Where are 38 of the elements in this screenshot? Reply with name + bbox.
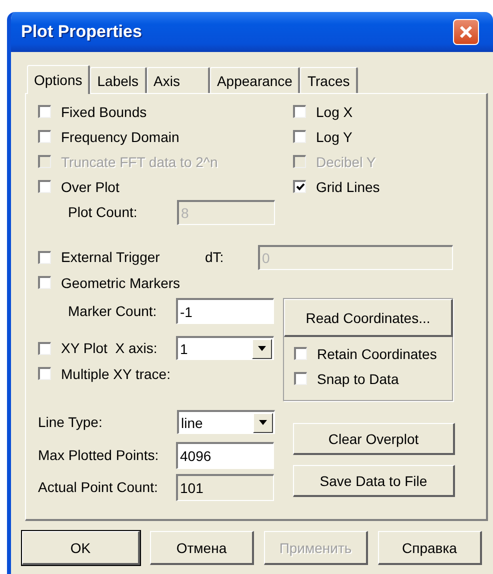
field-label: Max Plotted Points: [38,447,160,463]
checkbox-label: Decibel Y [316,154,376,170]
tab[interactable]: Appearance [210,67,300,93]
tab[interactable]: Traces [300,67,358,93]
checkbox-label: Grid Lines [316,178,380,194]
checkbox-label: External Trigger [61,249,160,265]
tab[interactable]: Options [27,65,90,94]
checkbox-label: Log X [316,104,353,120]
dropdown-value: line [180,414,204,430]
checkbox-label: Geometric Markers [61,274,180,290]
read-coordinates-button[interactable]: Read Coordinates... [284,299,453,337]
checkbox-label: Fixed Bounds [61,104,147,120]
checkbox-label: Over Plot [61,178,120,194]
checkbox-label: Truncate FFT data to 2^n [61,154,218,170]
window-title: Plot Properties [21,22,142,42]
dropdown-value: 1 [179,340,189,356]
field-label: dT: [205,249,225,265]
dialog-button[interactable]: Справка [378,531,482,565]
field-label: Actual Point Count: [38,479,159,495]
checkbox-label: Frequency Domain [61,128,180,144]
field-label: Line Type: [38,414,104,430]
line-type-dropdown[interactable]: line [177,410,275,434]
dialog-button[interactable]: OK [22,531,140,565]
tab[interactable]: Axis [146,67,210,93]
input-field[interactable]: 4096 [176,442,274,468]
field-label: Marker Count: [67,303,158,319]
x-axis-dropdown[interactable]: 1 [176,336,274,360]
checkbox-label: Retain Coordinates [317,346,437,362]
action-button[interactable]: Clear Overplot [293,423,455,455]
checkbox-label: Multiple XY trace: [61,366,170,382]
dialog-button[interactable]: Отмена [150,531,254,565]
field-label: Plot Count: [67,204,138,220]
action-button[interactable]: Save Data to File [293,465,455,497]
checkbox-label: Log Y [316,128,352,144]
input-field[interactable]: -1 [176,298,274,324]
checkbox-label: XY Plot X axis: [61,340,158,356]
tab[interactable]: Labels [90,67,147,93]
checkbox-label: Snap to Data [317,370,399,386]
